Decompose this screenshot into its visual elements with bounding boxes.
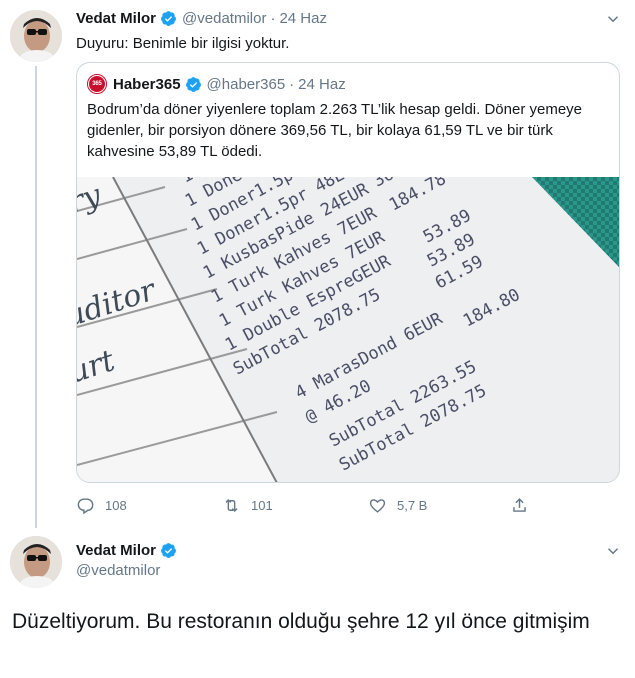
share-button[interactable] [510,494,539,516]
separator-dot: · [289,75,295,93]
author-name[interactable]: Vedat Milor [76,542,156,559]
separator-dot: · [270,9,276,27]
author-avatar[interactable] [10,10,62,62]
quoted-avatar-logo: 365 [89,76,105,92]
share-icon [513,497,526,512]
tweet-actions: 108 101 5,7 B [76,494,546,516]
chevron-down-icon[interactable] [604,10,622,28]
quoted-author-name[interactable]: Haber365 [113,76,181,93]
tweet-text: Duyuru: Benimle bir ilgisi yoktur. [76,35,290,52]
author-handle[interactable]: @vedatmilor [76,562,160,579]
tweet-2-text: Düzeltiyorum. Bu restoranın olduğu şehre… [12,610,590,633]
tweet-1[interactable]: Vedat Milor @vedatmilor · 24 Haz Duyuru:… [0,0,635,528]
retweet-count: 101 [251,497,273,513]
quoted-tweet-header: 365 Haber365 @haber365 · 24 Haz [87,73,346,95]
heart-icon [369,498,386,513]
reply-icon [77,497,94,514]
author-handle[interactable]: @vedatmilor [182,10,266,27]
tweet-1-header: Vedat Milor @vedatmilor · 24 Haz [76,8,327,28]
reply-count: 108 [105,497,127,513]
chevron-down-icon[interactable] [604,542,622,560]
author-avatar[interactable] [10,536,62,588]
receipt-photo[interactable]: ryuditorurt 1 Coke1 Doner1.5pr 48EUR1 Do… [77,177,619,482]
quoted-tweet[interactable]: 365 Haber365 @haber365 · 24 Haz Bodrum’d… [76,62,620,483]
quoted-tweet-text: Bodrum’da döner yiyenlere toplam 2.263 T… [87,101,583,160]
tweet-2-header: Vedat Milor [76,540,177,560]
quoted-author-handle[interactable]: @haber365 [207,76,286,93]
like-count: 5,7 B [397,497,428,513]
author-name[interactable]: Vedat Milor [76,10,156,27]
reply-button[interactable]: 108 [76,494,127,516]
like-button[interactable]: 5,7 B [368,494,427,516]
quoted-tweet-date[interactable]: 24 Haz [298,76,346,93]
thread-line [35,66,37,528]
verified-badge-icon [161,542,176,558]
retweet-button[interactable]: 101 [222,494,273,516]
receipt-image: ryuditorurt 1 Coke1 Doner1.5pr 48EUR1 Do… [77,177,619,482]
quoted-author-avatar[interactable]: 365 [87,74,107,94]
retweet-icon [225,498,238,512]
verified-badge-icon [161,10,176,26]
tweet-date[interactable]: 24 Haz [279,10,327,27]
verified-badge-icon [185,76,201,92]
